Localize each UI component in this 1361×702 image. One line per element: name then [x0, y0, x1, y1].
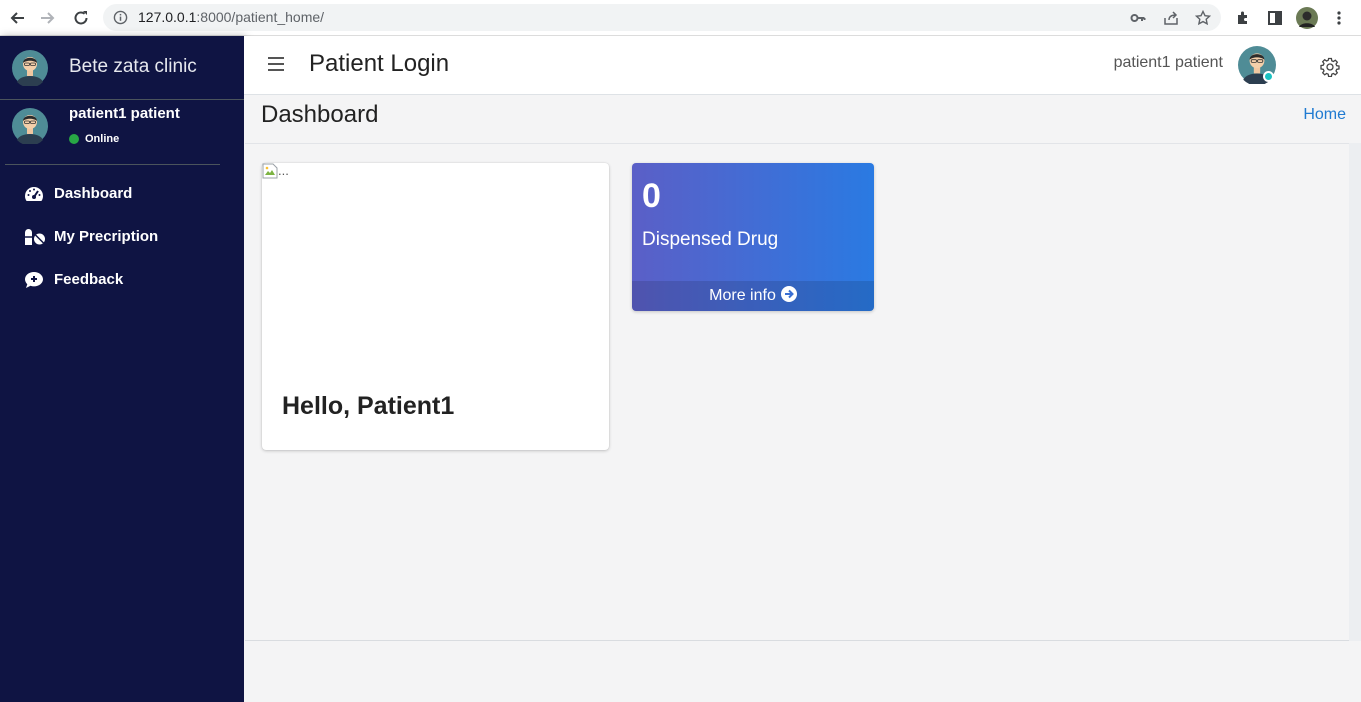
page-heading: Patient Login — [309, 50, 450, 77]
key-icon[interactable] — [1128, 8, 1148, 28]
more-info-label: More info — [709, 287, 776, 304]
stat-value: 0 — [642, 177, 661, 215]
gear-icon[interactable] — [1320, 57, 1340, 82]
browser-toolbar: 127.0.0.1:8000/patient_home/ — [0, 0, 1361, 36]
reload-icon[interactable] — [69, 6, 93, 30]
sidebar-item-label: My Precription — [54, 228, 159, 245]
star-icon[interactable] — [1193, 8, 1213, 28]
broken-image-icon — [262, 163, 278, 179]
sidebar-menu: Dashboard My Precription Feedback — [0, 172, 244, 301]
sidebar-user-name[interactable]: patient1 patient — [69, 105, 180, 122]
sidebar-item-dashboard[interactable]: Dashboard — [0, 172, 244, 215]
side-panel-icon[interactable] — [1263, 6, 1287, 30]
welcome-image: ... — [262, 163, 289, 179]
top-navbar: Patient Login patient1 patient — [244, 36, 1361, 95]
extensions-icon[interactable] — [1231, 6, 1255, 30]
sidebar: Bete zata clinic patient1 patient Online… — [0, 36, 244, 702]
content-scrollbar[interactable] — [1349, 143, 1361, 641]
greeting-text: Hello, Patient1 — [282, 392, 455, 420]
back-icon[interactable] — [5, 6, 29, 30]
sidebar-item-label: Feedback — [54, 271, 124, 288]
sidebar-item-my-precription[interactable]: My Precription — [0, 215, 244, 258]
content-area: ... Hello, Patient1 0 Dispensed Drug Mor… — [245, 143, 1349, 641]
more-info-link[interactable]: More info — [632, 281, 874, 311]
navbar-user-avatar[interactable] — [1238, 46, 1276, 89]
user-avatar[interactable] — [12, 108, 48, 149]
brand-link[interactable]: Bete zata clinic — [0, 36, 244, 100]
sidebar-item-feedback[interactable]: Feedback — [0, 258, 244, 301]
site-info-icon[interactable] — [113, 10, 128, 30]
sidebar-divider — [5, 164, 220, 165]
page-title: Dashboard — [261, 101, 379, 128]
user-panel: patient1 patient Online — [0, 100, 244, 164]
content-header: Dashboard Home — [244, 95, 1361, 143]
profile-avatar-icon[interactable] — [1295, 6, 1319, 30]
footer — [244, 642, 1361, 702]
arrow-circle-right-icon — [780, 285, 797, 307]
welcome-card: ... Hello, Patient1 — [262, 163, 609, 450]
online-dot-icon — [69, 134, 79, 144]
user-status-label: Online — [85, 133, 120, 145]
user-status: Online — [69, 133, 119, 145]
pills-icon — [24, 227, 46, 247]
comment-plus-icon — [24, 270, 46, 290]
tachometer-icon — [24, 184, 46, 204]
dispensed-drug-card: 0 Dispensed Drug More info — [632, 163, 874, 311]
stat-label: Dispensed Drug — [642, 229, 779, 250]
hamburger-menu-icon[interactable] — [268, 57, 284, 71]
navbar-user-name[interactable]: patient1 patient — [1114, 54, 1223, 72]
brand-name: Bete zata clinic — [69, 56, 197, 77]
image-alt-text: ... — [278, 163, 289, 178]
online-indicator-icon — [1263, 71, 1274, 82]
kebab-menu-icon[interactable] — [1327, 6, 1351, 30]
breadcrumb-home-link[interactable]: Home — [1303, 106, 1346, 124]
brand-logo-icon — [12, 50, 48, 91]
address-bar[interactable]: 127.0.0.1:8000/patient_home/ — [103, 4, 1221, 31]
share-icon[interactable] — [1161, 8, 1181, 28]
forward-icon[interactable] — [36, 6, 60, 30]
sidebar-item-label: Dashboard — [54, 185, 133, 202]
url-text: 127.0.0.1:8000/patient_home/ — [138, 9, 325, 25]
content-wrapper: Dashboard Home ... Hello, Patient1 0 Dis… — [244, 95, 1361, 702]
